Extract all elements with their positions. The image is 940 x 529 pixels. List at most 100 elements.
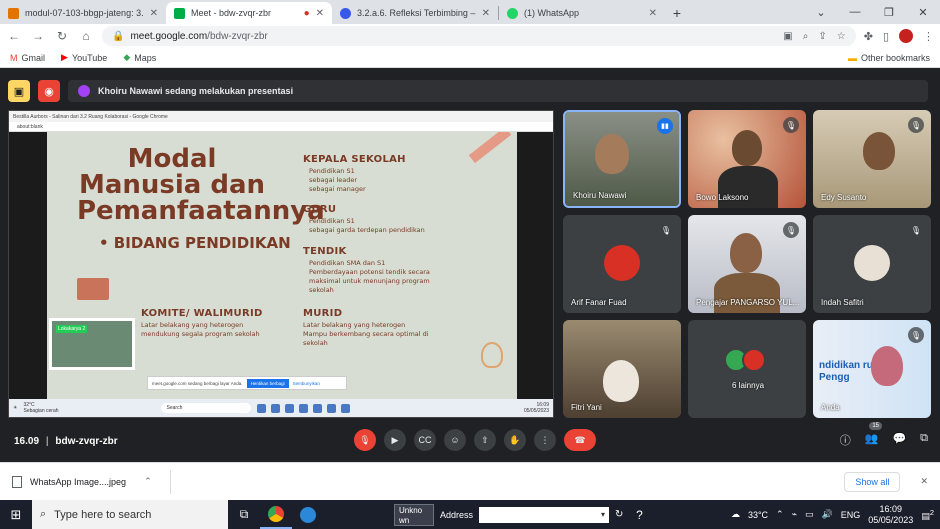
taskbar-clock[interactable]: 16:09 05/05/2023	[868, 504, 913, 526]
extensions-icon[interactable]: ✤	[864, 30, 873, 43]
participant-tile[interactable]: 6 lainnya	[688, 320, 806, 418]
downloads-bar: WhatsApp Image....jpeg ⌃ Show all ✕	[0, 462, 940, 500]
participant-tile[interactable]: 🎙 Edy Susanto	[813, 110, 931, 208]
close-icon[interactable]: ✕	[649, 8, 657, 19]
battery-icon[interactable]: ▭	[805, 509, 814, 520]
go-icon[interactable]: ↻	[615, 509, 623, 520]
side-panel-icon[interactable]: ▯	[883, 30, 889, 43]
reload-button[interactable]: ↻	[54, 29, 70, 43]
bookmark-maps[interactable]: ◆ Maps	[123, 52, 156, 63]
omnibox-actions: ▣ ⌕ ⇪ ☆	[783, 31, 845, 42]
mic-toggle-button[interactable]: 🎙	[354, 429, 376, 451]
activities-icon[interactable]: ⧉	[920, 432, 928, 448]
present-stop-icon[interactable]: ▣	[8, 80, 30, 102]
info-icon[interactable]: ⓘ	[840, 432, 851, 448]
people-icon[interactable]: 👥	[865, 432, 879, 448]
chat-icon[interactable]: 💬	[892, 432, 906, 448]
close-icon[interactable]: ✕	[482, 8, 490, 19]
back-button[interactable]: ←	[6, 29, 22, 43]
weather-icon[interactable]: ☁	[731, 509, 740, 520]
pencil-decoration	[468, 132, 512, 164]
participant-tile[interactable]: Fitri Yani	[563, 320, 681, 418]
tab-refleksi[interactable]: 3.2.a.6. Refleksi Terbimbing – Pen ✕	[332, 2, 498, 24]
participant-head	[603, 360, 639, 402]
temperature[interactable]: 33°C	[748, 510, 768, 520]
mic-muted-icon: 🎙	[908, 222, 924, 238]
call-controls: 🎙 ▶ CC ☺ ⇧ ✋ ⋮ ☎	[354, 429, 596, 451]
help-icon[interactable]: ?	[623, 500, 655, 529]
show-all-button[interactable]: Show all	[844, 471, 901, 492]
leave-call-button[interactable]: ☎	[564, 429, 596, 451]
more-options-button[interactable]: ⋮	[534, 429, 556, 451]
app-icon	[340, 403, 350, 413]
forward-button[interactable]: →	[30, 29, 46, 43]
tab-whatsapp[interactable]: (1) WhatsApp ✕	[499, 2, 665, 24]
bookmark-star-icon[interactable]: ☆	[837, 31, 846, 42]
tab-modul[interactable]: modul-07-103-bbgp-jateng: 3.2.a ✕	[0, 2, 166, 24]
language[interactable]: ENG	[841, 510, 861, 520]
participant-head	[871, 346, 903, 386]
unknown-window-button[interactable]: Unkno wn	[394, 503, 434, 526]
new-tab-button[interactable]: +	[665, 2, 689, 24]
pres-taskbar: ☀ 32°C Sebagian cerah Search 16:09 05/05…	[9, 399, 553, 417]
raise-hand-button[interactable]: ✋	[504, 429, 526, 451]
notification-icon[interactable]: ▤2	[921, 508, 934, 522]
profile-avatar[interactable]	[899, 29, 913, 43]
edge-icon[interactable]	[292, 500, 324, 529]
tab-search-icon[interactable]: ⌄	[804, 6, 838, 19]
participant-head	[732, 130, 762, 166]
camera-toggle-button[interactable]: ▶	[384, 429, 406, 451]
close-icon[interactable]: ✕	[316, 8, 324, 19]
address-toolbar-input[interactable]: ▾	[479, 506, 610, 523]
close-icon[interactable]: ✕	[150, 8, 158, 19]
present-button[interactable]: ⇧	[474, 429, 496, 451]
bookmark-gmail[interactable]: M Gmail	[10, 53, 45, 63]
chrome-icon[interactable]	[260, 500, 292, 529]
minimize-button[interactable]: —	[838, 6, 872, 18]
network-icon[interactable]: ⌁	[792, 509, 797, 520]
mic-muted-icon: 🎙	[658, 222, 674, 238]
share-icon[interactable]: ⇪	[818, 31, 826, 42]
stop-sharing-button[interactable]: Hentikan berbagi	[246, 378, 289, 388]
volume-icon[interactable]: 🔊	[822, 509, 833, 520]
recording-icon[interactable]: ◉	[38, 80, 60, 102]
participant-tile[interactable]: 🎙 Indah Safitri	[813, 215, 931, 313]
presentation-window: Bestilla Aurbors - Salinan dari 3.2 Ruan…	[8, 110, 554, 418]
lock-icon[interactable]: 🔒	[112, 31, 124, 42]
download-item[interactable]: WhatsApp Image....jpeg	[30, 477, 126, 487]
emoji-button[interactable]: ☺	[444, 429, 466, 451]
task-view-icon[interactable]: ⧉	[228, 500, 260, 529]
tab-meet[interactable]: Meet - bdw-zvqr-zbr ● ✕	[166, 2, 332, 24]
close-window-button[interactable]: ✕	[906, 6, 940, 19]
participant-tile[interactable]: 🎙 Pengajar PANGARSO YUL...	[688, 215, 806, 313]
zoom-icon[interactable]: ⌕	[803, 31, 809, 42]
window-controls: ⌄ — ❐ ✕	[804, 0, 940, 24]
tab-strip: modul-07-103-bbgp-jateng: 3.2.a ✕ Meet -…	[0, 0, 940, 24]
meeting-info: 16.09 | bdw-zvqr-zbr	[14, 436, 118, 447]
restore-button[interactable]: ❐	[872, 6, 906, 19]
windows-start-icon[interactable]: ⊞	[0, 507, 32, 523]
chevron-up-icon[interactable]: ⌃	[144, 476, 152, 487]
close-icon[interactable]: ✕	[920, 476, 928, 487]
captions-button[interactable]: CC	[414, 429, 436, 451]
menu-icon[interactable]: ⋮	[923, 30, 934, 43]
participant-tile[interactable]: 🎙 Arif Fanar Fuad	[563, 215, 681, 313]
section-tendik: TENDIK Pendidikan SMA dan S1 Pemberdayaa…	[303, 246, 430, 294]
bookmark-youtube[interactable]: ▶ YouTube	[61, 52, 107, 63]
address-bar[interactable]: 🔒 meet.google.com/bdw-zvqr-zbr ▣ ⌕ ⇪ ☆	[102, 26, 856, 46]
self-tile[interactable]: ndidikan ru Pengg 🎙 Anda	[813, 320, 931, 418]
meet-icon	[174, 7, 185, 19]
hide-share-bar-button[interactable]: Sembunyikan	[293, 381, 320, 386]
camera-icon[interactable]: ▣	[783, 31, 792, 42]
taskbar-search[interactable]: ⌕ Type here to search	[32, 500, 228, 529]
section-komite: KOMITE/ WALIMURID Latar belakang yang he…	[141, 308, 263, 338]
home-button[interactable]: ⌂	[78, 29, 94, 43]
chevron-up-icon[interactable]: ⌃	[776, 509, 784, 520]
app-icon	[312, 403, 322, 413]
youtube-icon: ▶	[61, 52, 68, 62]
file-icon	[12, 475, 22, 488]
participant-tile[interactable]: ▮▮ Khoiru Nawawi	[563, 110, 681, 208]
self-video-text: ndidikan ru Pengg	[819, 360, 873, 383]
participant-tile[interactable]: 🎙 Bowo Laksono	[688, 110, 806, 208]
other-bookmarks[interactable]: ▬ Other bookmarks	[848, 53, 930, 63]
